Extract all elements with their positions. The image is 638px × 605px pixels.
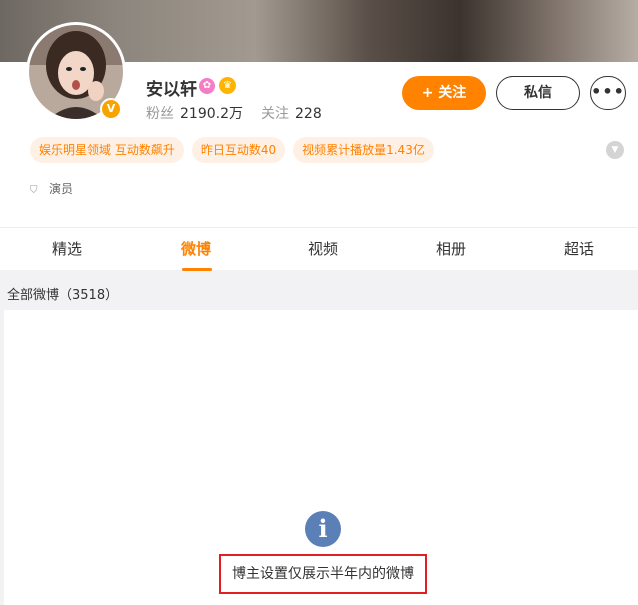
following-count[interactable]: 228 [295, 106, 322, 122]
profile-tabs: 精选 微博 视频 相册 超话 [0, 227, 638, 271]
tab-featured[interactable]: 精选 [37, 228, 97, 271]
profile-name: 安以轩 [146, 80, 197, 100]
tab-videos[interactable]: 视频 [293, 228, 353, 271]
verified-badge-icon: V [100, 98, 122, 120]
tab-super-topic[interactable]: 超话 [549, 228, 609, 271]
weibo-profile-page: V 安以轩 ✿ ♛ 粉丝 2190.2万 关注 228 + 关注 私信 ••• 娱乐明… [0, 0, 638, 605]
tab-albums[interactable]: 相册 [421, 228, 481, 271]
following-label: 关注 [261, 106, 289, 122]
follow-button-label: 关注 [438, 85, 467, 101]
message-button[interactable]: 私信 [496, 76, 580, 110]
followers-label: 粉丝 [146, 106, 174, 122]
chevron-down-icon[interactable]: ▼ [606, 141, 624, 159]
active-tab-indicator [182, 268, 212, 271]
tag-video-plays[interactable]: 视频累计播放量1.43亿 [293, 137, 434, 163]
tag-trending[interactable]: 娱乐明星领域 互动数飙升 [30, 137, 184, 163]
visibility-notice: 博主设置仅展示半年内的微博 [219, 554, 427, 594]
followers-count[interactable]: 2190.2万 [180, 106, 243, 122]
tag-interactions[interactable]: 昨日互动数40 [191, 137, 286, 163]
profile-tags: 娱乐明星领域 互动数飙升 昨日互动数40 视频累计播放量1.43亿 [30, 137, 442, 163]
weibo-count: 全部微博（3518） [7, 288, 119, 303]
tab-weibo[interactable]: 微博 [166, 228, 226, 271]
plus-icon: + [421, 85, 434, 101]
follow-button[interactable]: + 关注 [402, 76, 486, 110]
profile-stats: 粉丝 2190.2万 关注 228 [146, 103, 340, 123]
shield-icon: ⛉ [30, 185, 38, 196]
profile-role: ⛉ 演员 [30, 180, 73, 197]
info-icon: i [305, 511, 341, 547]
role-label: 演员 [49, 182, 74, 196]
vip-badge-icon[interactable]: ✿ [199, 78, 215, 94]
more-options-button[interactable]: ••• [590, 76, 626, 110]
crown-badge-icon[interactable]: ♛ [219, 77, 236, 94]
